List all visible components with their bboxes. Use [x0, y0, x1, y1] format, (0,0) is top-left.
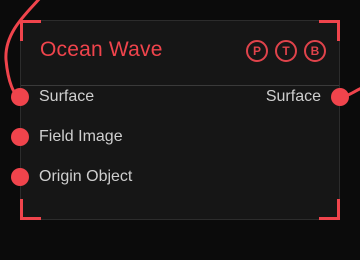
ocean-wave-node[interactable]: Ocean Wave P T B Surface Surface Field I…	[20, 20, 340, 220]
node-corner-bottom-left	[20, 199, 41, 220]
input-socket-surface[interactable]	[11, 88, 29, 106]
node-header[interactable]: Ocean Wave P T B	[21, 21, 339, 86]
node-editor-canvas: Ocean Wave P T B Surface Surface Field I…	[0, 0, 360, 260]
node-corner-bottom-right	[319, 199, 340, 220]
badge-b-button[interactable]: B	[304, 40, 326, 62]
input-socket-origin-object[interactable]	[11, 168, 29, 186]
badge-t-button[interactable]: T	[275, 40, 297, 62]
output-socket-surface[interactable]	[331, 88, 349, 106]
input-label-field-image: Field Image	[39, 128, 123, 145]
input-label-surface: Surface	[39, 88, 95, 105]
badge-p-button[interactable]: P	[246, 40, 268, 62]
output-label-surface: Surface	[265, 88, 321, 105]
node-title: Ocean Wave	[40, 38, 163, 61]
input-label-origin-object: Origin Object	[39, 168, 133, 185]
node-badges: P T B	[246, 40, 326, 62]
input-socket-field-image[interactable]	[11, 128, 29, 146]
